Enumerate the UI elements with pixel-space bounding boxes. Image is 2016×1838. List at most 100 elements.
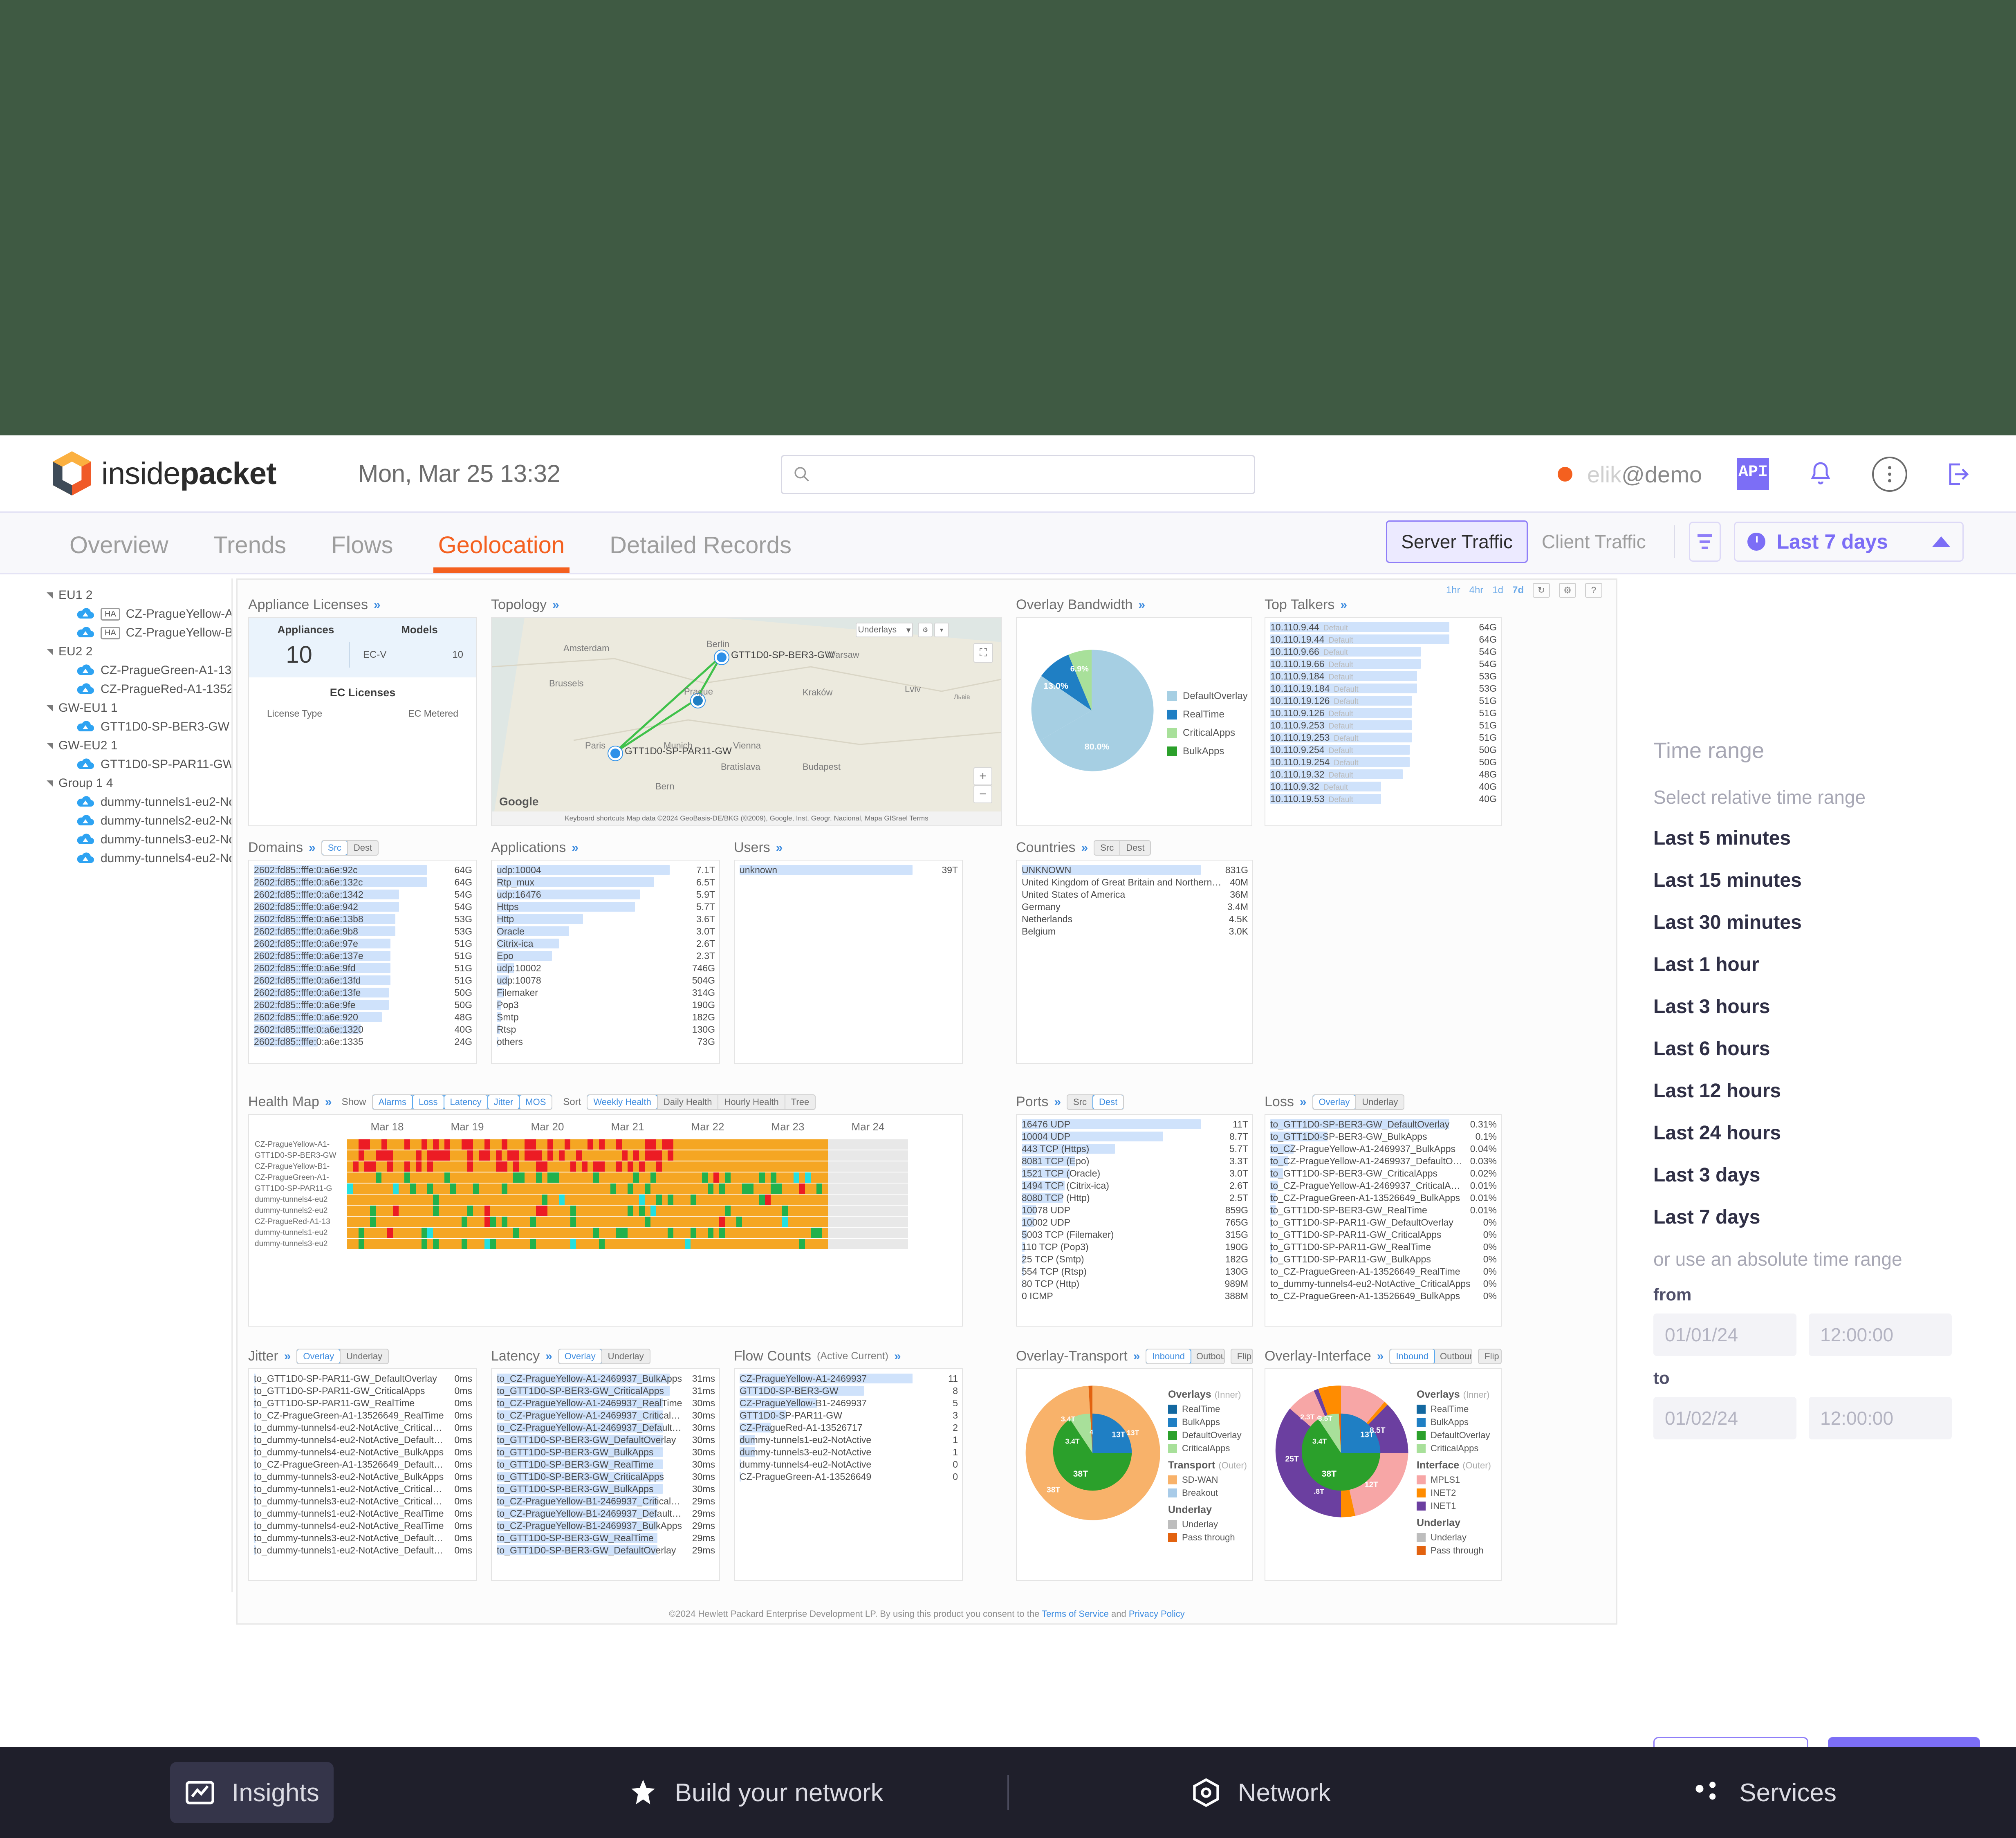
from-time-input[interactable] bbox=[1809, 1313, 1952, 1356]
list-item[interactable]: 10.110.19.32 Default 48G bbox=[1265, 768, 1501, 780]
list-item[interactable]: to_CZ-PragueYellow-B1-2469937_CriticalAp… bbox=[492, 1495, 719, 1507]
ports-dest-pill[interactable]: Dest bbox=[1092, 1095, 1123, 1109]
list-item[interactable]: 2602:fd85::fffe:0:a6e:1342 54G bbox=[249, 888, 476, 901]
list-item[interactable]: United States of America 36M bbox=[1017, 888, 1252, 901]
range-1hr[interactable]: 1hr bbox=[1446, 585, 1460, 596]
relative-range-option[interactable]: Last 12 hours bbox=[1653, 1080, 1980, 1102]
server-traffic-button[interactable]: Server Traffic bbox=[1386, 520, 1528, 563]
list-item[interactable]: 2602:fd85::fffe:0:a6e:9fe 50G bbox=[249, 999, 476, 1011]
tree-device[interactable]: GTT1D0-SP-PAR11-GW bbox=[37, 755, 231, 774]
tree-device[interactable]: HA CZ-PragueYellow-B1-2469937 bbox=[37, 623, 231, 642]
health-map-row[interactable]: CZ-PragueYellow-B1- bbox=[249, 1161, 962, 1172]
chevron-right-icon[interactable]: » bbox=[374, 598, 381, 612]
list-item[interactable]: 443 TCP (Https) 5.7T bbox=[1017, 1143, 1252, 1155]
brand-logo[interactable]: insidepacket bbox=[50, 450, 276, 497]
list-item[interactable]: UNKNOWN 831G bbox=[1017, 864, 1252, 876]
tree-device[interactable]: CZ-PragueRed-A1-13526717 bbox=[37, 680, 231, 699]
pill-jitter[interactable]: Jitter bbox=[487, 1095, 520, 1109]
tree-device[interactable]: dummy-tunnels2-eu2-NotActive bbox=[37, 811, 231, 830]
list-item[interactable]: to_GTT1D0-SP-BER3-GW_RealTime 30ms bbox=[492, 1458, 719, 1470]
list-item[interactable]: to_GTT1D0-SP-PAR11-GW_CriticalApps 0% bbox=[1265, 1228, 1501, 1241]
list-item[interactable]: CZ-PragueRed-A1-13526717 2 bbox=[735, 1421, 962, 1434]
list-item[interactable]: others 73G bbox=[492, 1036, 719, 1048]
list-item[interactable]: 10078 UDP 859G bbox=[1017, 1204, 1252, 1216]
list-item[interactable]: to_GTT1D0-SP-BER3-GW_RealTime 0.01% bbox=[1265, 1204, 1501, 1216]
tree-device[interactable]: dummy-tunnels4-eu2-NotActive bbox=[37, 849, 231, 868]
list-item[interactable]: to_CZ-PragueYellow-A1-2469937_BulkApps 31… bbox=[492, 1372, 719, 1385]
list-item[interactable]: 16476 UDP 11T bbox=[1017, 1118, 1252, 1130]
applications-list[interactable]: udp:10004 7.1T Rtp_mux 6.5T udp:16476 5.9T Htt… bbox=[491, 860, 720, 1064]
list-item[interactable]: to_CZ-PragueGreen-A1-13526649_RealTime 0m… bbox=[249, 1409, 476, 1421]
list-item[interactable]: 2602:fd85::fffe:0:a6e:1335 24G bbox=[249, 1036, 476, 1048]
list-item[interactable]: 10.110.19.44 Default 64G bbox=[1265, 633, 1501, 646]
relative-range-option[interactable]: Last 30 minutes bbox=[1653, 911, 1980, 934]
countries-dest-pill[interactable]: Dest bbox=[1120, 841, 1150, 855]
appliance-tree[interactable]: EU1 2 HA CZ-PragueYellow-A1-2469937 HA CZ-Pr… bbox=[37, 578, 233, 1592]
list-item[interactable]: Pop3 190G bbox=[492, 999, 719, 1011]
health-map-row[interactable]: GTT1D0-SP-PAR11-G bbox=[249, 1183, 962, 1194]
list-item[interactable]: to_GTT1D0-SP-PAR11-GW_BulkApps 0% bbox=[1265, 1253, 1501, 1265]
list-item[interactable]: to_GTT1D0-SP-BER3-GW_CriticalApps 0.02% bbox=[1265, 1167, 1501, 1179]
logout-icon[interactable] bbox=[1942, 458, 1975, 491]
list-item[interactable]: to_GTT1D0-SP-BER3-GW_DefaultOverlay 0.31% bbox=[1265, 1118, 1501, 1130]
to-date-input[interactable] bbox=[1653, 1397, 1796, 1439]
pill-hourly-health[interactable]: Hourly Health bbox=[718, 1095, 784, 1109]
help-icon[interactable]: ? bbox=[1585, 583, 1602, 598]
list-item[interactable]: 2602:fd85::fffe:0:a6e:13fd 51G bbox=[249, 974, 476, 986]
chevron-right-icon[interactable]: » bbox=[545, 1349, 552, 1363]
health-map-row[interactable]: GTT1D0-SP-BER3-GW bbox=[249, 1150, 962, 1161]
list-item[interactable]: to_CZ-PragueYellow-A1-2469937_CriticalAp… bbox=[492, 1409, 719, 1421]
list-item[interactable]: CZ-PragueYellow-B1-2469937 5 bbox=[735, 1397, 962, 1409]
health-map-body[interactable]: CZ-PragueYellow-A1- GTT1D0-SP-BER3-GW CZ-P… bbox=[249, 1139, 962, 1249]
list-item[interactable]: to_GTT1D0-SP-BER3-GW_DefaultOverlay 30ms bbox=[492, 1434, 719, 1446]
gear-icon[interactable]: ⚙ bbox=[1559, 583, 1576, 598]
relative-range-option[interactable]: Last 3 days bbox=[1653, 1164, 1980, 1186]
nav-build-your-network[interactable]: Build your network bbox=[504, 1777, 1007, 1808]
underlays-select[interactable]: Underlays ▾ bbox=[856, 623, 913, 637]
users-list[interactable]: unknown 39T bbox=[734, 860, 963, 1064]
map-fullscreen-icon[interactable]: ⛶ bbox=[973, 643, 993, 663]
tree-device[interactable]: dummy-tunnels3-eu2-NotActive bbox=[37, 830, 231, 849]
search-input[interactable] bbox=[810, 465, 1216, 484]
range-1d[interactable]: 1d bbox=[1492, 585, 1503, 596]
list-item[interactable]: to_CZ-PragueGreen-A1-13526649_BulkApps 0.… bbox=[1265, 1192, 1501, 1204]
overlay-transport-donut[interactable]: 13T 38T 3.4T 3.4T 13T 38T 4 bbox=[1021, 1381, 1164, 1524]
list-item[interactable]: to_GTT1D0-SP-PAR11-GW_DefaultOverlay 0ms bbox=[249, 1372, 476, 1385]
list-item[interactable]: to_CZ-PragueYellow-A1-2469937_BulkApps 0.… bbox=[1265, 1143, 1501, 1155]
list-item[interactable]: 10.110.19.254 Default 50G bbox=[1265, 756, 1501, 768]
list-item[interactable]: 10.110.9.254 Default 50G bbox=[1265, 744, 1501, 756]
terms-of-service-link[interactable]: Terms of Service bbox=[1042, 1609, 1109, 1619]
list-item[interactable]: to_dummy-tunnels4-eu2-NotActive_DefaultO… bbox=[249, 1434, 476, 1446]
list-item[interactable]: udp:16476 5.9T bbox=[492, 888, 719, 901]
relative-range-option[interactable]: Last 5 minutes bbox=[1653, 827, 1980, 850]
topology-map[interactable]: GTT1D0-SP-BER3-GW GTT1D0-SP-PAR11-GW Ams… bbox=[491, 617, 1002, 826]
jitter-underlay-pill[interactable]: Underlay bbox=[341, 1349, 388, 1363]
list-item[interactable]: dummy-tunnels3-eu2-NotActive 1 bbox=[735, 1446, 962, 1458]
from-date-input[interactable] bbox=[1653, 1313, 1796, 1356]
range-7d[interactable]: 7d bbox=[1512, 585, 1524, 596]
tree-device[interactable]: CZ-PragueGreen-A1-13526649 bbox=[37, 661, 231, 680]
chevron-right-icon[interactable]: » bbox=[1300, 1095, 1307, 1109]
list-item[interactable]: 10.110.19.253 Default 51G bbox=[1265, 731, 1501, 744]
list-item[interactable]: 2602:fd85::fffe:0:a6e:132c 64G bbox=[249, 876, 476, 888]
tree-group[interactable]: GW-EU2 1 bbox=[37, 736, 231, 755]
relative-range-option[interactable]: Last 24 hours bbox=[1653, 1122, 1980, 1144]
list-item[interactable]: to_dummy-tunnels1-eu2-NotActive_RealTime… bbox=[249, 1507, 476, 1520]
health-map-row[interactable]: CZ-PragueRed-A1-13 bbox=[249, 1216, 962, 1227]
list-item[interactable]: 10.110.19.184 Default 53G bbox=[1265, 682, 1501, 695]
health-map-row[interactable]: CZ-PragueYellow-A1- bbox=[249, 1139, 962, 1150]
countries-list[interactable]: UNKNOWN 831G United Kingdom of Great Brita… bbox=[1016, 860, 1253, 1064]
list-item[interactable]: Rtsp 130G bbox=[492, 1023, 719, 1036]
oi-inbound-pill[interactable]: Inbound bbox=[1390, 1349, 1435, 1363]
list-item[interactable]: to_dummy-tunnels1-eu2-NotActive_DefaultO… bbox=[249, 1544, 476, 1556]
health-map-row[interactable]: dummy-tunnels2-eu2 bbox=[249, 1205, 962, 1216]
list-item[interactable]: to_GTT1D0-SP-BER3-GW_RealTime 29ms bbox=[492, 1532, 719, 1544]
loss-list[interactable]: to_GTT1D0-SP-BER3-GW_DefaultOverlay 0.31%… bbox=[1265, 1114, 1502, 1327]
list-item[interactable]: to_dummy-tunnels4-eu2-NotActive_BulkApps… bbox=[249, 1446, 476, 1458]
loss-overlay-pill[interactable]: Overlay bbox=[1313, 1095, 1357, 1109]
pill-tree[interactable]: Tree bbox=[785, 1095, 815, 1109]
list-item[interactable]: to_dummy-tunnels4-eu2-NotActive_Critical… bbox=[249, 1421, 476, 1434]
list-item[interactable]: to_dummy-tunnels4-eu2-NotActive_Critical… bbox=[1265, 1278, 1501, 1290]
map-zoom-out-button[interactable]: − bbox=[973, 785, 992, 803]
list-item[interactable]: 2602:fd85::fffe:0:a6e:13fe 50G bbox=[249, 986, 476, 999]
